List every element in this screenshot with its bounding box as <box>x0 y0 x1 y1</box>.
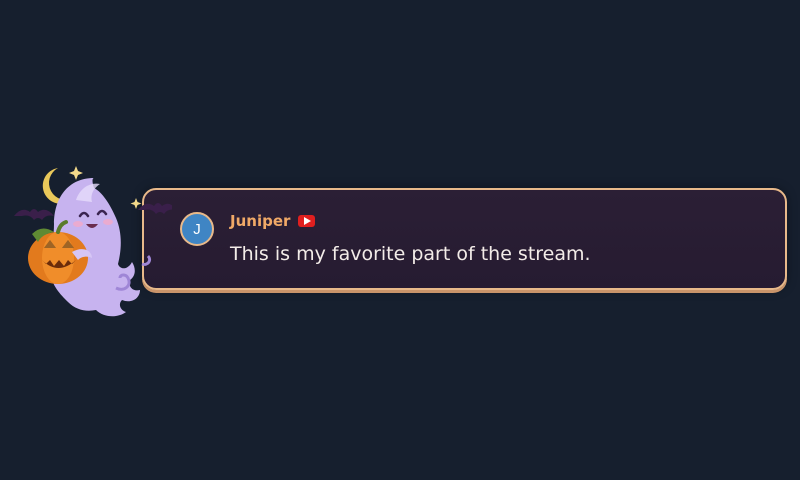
star-icon <box>69 166 83 180</box>
author-row: Juniper <box>230 212 316 230</box>
message-text: This is my favorite part of the stream. <box>230 243 591 265</box>
halloween-ghost-pumpkin-icon <box>14 166 172 317</box>
play-icon <box>303 217 311 225</box>
chat-message-card: J Juniper This is my favorite part of th… <box>142 188 787 290</box>
star-icon <box>130 198 142 209</box>
chat-overlay: J Juniper This is my favorite part of th… <box>0 0 800 480</box>
bat-icon <box>138 203 172 214</box>
avatar: J <box>180 212 214 246</box>
bat-icon <box>14 209 54 220</box>
youtube-icon <box>298 215 316 227</box>
username: Juniper <box>230 212 291 230</box>
